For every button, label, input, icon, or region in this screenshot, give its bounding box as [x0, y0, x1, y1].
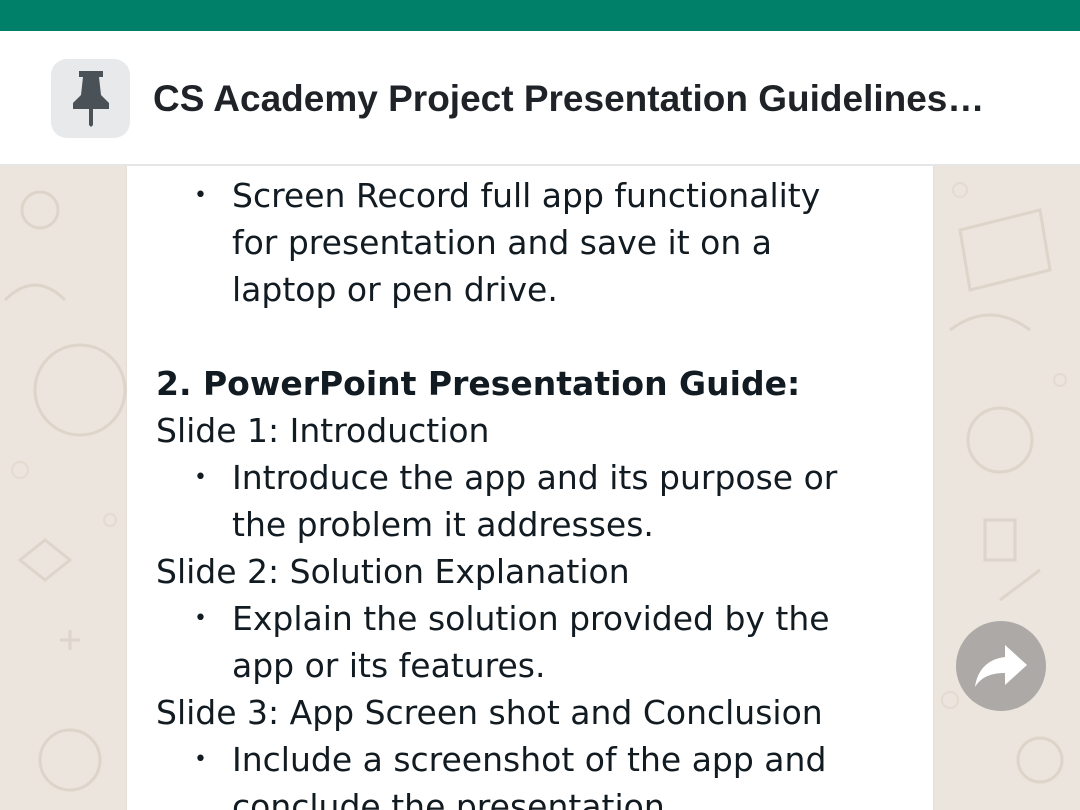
bullet-dot: • — [194, 465, 207, 490]
slide-title-line: Slide 3: App Screen shot and Conclusion — [156, 693, 823, 732]
forward-arrow-icon — [975, 645, 1027, 687]
bullet-list-item: • Screen Record full app functionality — [156, 172, 916, 219]
bullet-list-item: • Explain the solution provided by the — [156, 595, 916, 642]
message-text: • Screen Record full app functionality for… — [156, 172, 916, 810]
forward-button[interactable] — [956, 621, 1046, 711]
bullet-list-item: • Introduce the app and its purpose or — [156, 454, 916, 501]
bullet-dot: • — [194, 183, 207, 208]
slide-title-line: Slide 2: Solution Explanation — [156, 552, 630, 591]
pin-icon — [72, 70, 109, 127]
bullet-text: Include a screenshot of the app and — [232, 740, 827, 779]
bullet-text: Screen Record full app functionality — [232, 176, 821, 215]
bullet-dot: • — [194, 747, 207, 772]
bullet-text: Introduce the app and its purpose or — [232, 458, 838, 497]
bullet-dot: • — [194, 606, 207, 631]
pinned-message-bar[interactable]: CS Academy Project Presentation Guidelin… — [0, 31, 1080, 166]
pin-icon-box — [51, 59, 130, 138]
section-heading: 2. PowerPoint Presentation Guide: — [156, 364, 801, 403]
bullet-continuation-line: the problem it addresses. — [232, 505, 654, 544]
bullet-continuation-line: for presentation and save it on a — [232, 223, 772, 262]
bullet-continuation-line: laptop or pen drive. — [232, 270, 558, 309]
bullet-continuation-line: app or its features. — [232, 646, 546, 685]
bullet-text: Explain the solution provided by the — [232, 599, 830, 638]
status-bar — [0, 0, 1080, 31]
slide-title-line: Slide 1: Introduction — [156, 411, 490, 450]
chat-screen: CS Academy Project Presentation Guidelin… — [0, 0, 1080, 810]
bullet-list-item: • Include a screenshot of the app and — [156, 736, 916, 783]
bullet-continuation-line: conclude the presentation. — [232, 787, 676, 810]
pinned-message-title: CS Academy Project Presentation Guidelin… — [153, 78, 985, 119]
